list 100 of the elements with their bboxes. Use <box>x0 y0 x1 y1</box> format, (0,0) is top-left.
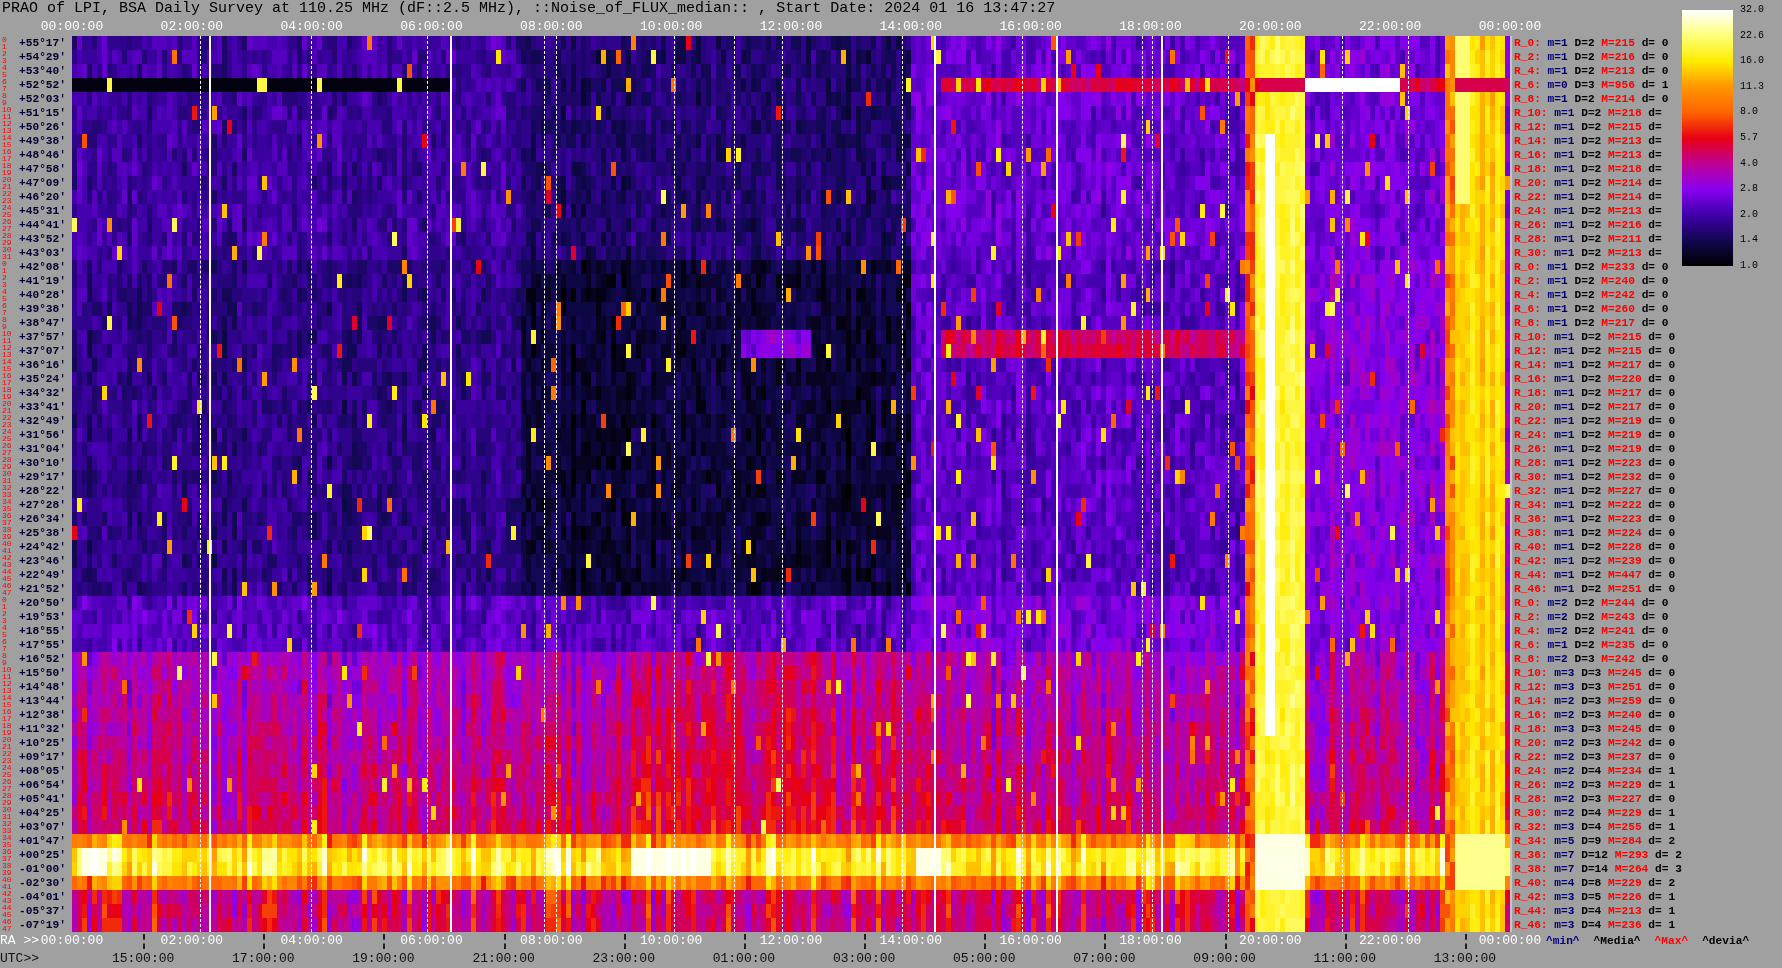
count-value: D=2 <box>1581 526 1602 540</box>
declination-label: +38°47' <box>19 316 66 330</box>
axis-tick <box>1104 934 1107 949</box>
beam-index: 22 <box>2 190 12 197</box>
deviation-value: d= <box>1648 218 1662 232</box>
beam-index: 27 <box>2 785 12 792</box>
declination-label: -01°00' <box>19 862 66 876</box>
beam-index: 37 <box>2 519 12 526</box>
colorbar-tick-label: 11.3 <box>1740 80 1764 93</box>
beam-index: 6 <box>2 78 7 85</box>
beam-index: 33 <box>2 491 12 498</box>
beam-index: 45 <box>2 575 12 582</box>
count-value: D=4 <box>1581 806 1602 820</box>
declination-label: +55°17' <box>19 36 66 50</box>
time-axis-label: 00:00:00 <box>40 18 104 36</box>
min-value: m=1 <box>1554 400 1575 414</box>
beam-label: R_4: <box>1514 288 1541 302</box>
beam-label: R_6: <box>1514 302 1541 316</box>
beam-label: R_18: <box>1514 386 1548 400</box>
declination-label: +53°40' <box>19 64 66 78</box>
declination-label: +17°55' <box>19 638 66 652</box>
time-axis-label: 02:00:00 <box>160 18 224 36</box>
axis-tick <box>143 934 146 949</box>
time-axis-label: 18:00:00 <box>1119 18 1182 36</box>
beam-index: 11 <box>2 673 12 680</box>
deviation-value: d= <box>1648 190 1662 204</box>
declination-label: +37°07' <box>19 344 66 358</box>
min-value: m=2 <box>1554 764 1575 778</box>
min-value: m=1 <box>1554 218 1575 232</box>
declination-label: +49°38' <box>19 134 66 148</box>
min-value: m=1 <box>1547 316 1568 330</box>
beam-index: 35 <box>2 841 12 848</box>
min-value: m=3 <box>1554 918 1575 932</box>
declination-label: +46°20' <box>19 190 66 204</box>
beam-label: R_20: <box>1514 400 1548 414</box>
time-axis-label: 00:00:00 <box>1478 18 1542 36</box>
min-value: m=5 <box>1554 834 1575 848</box>
beam-label: R_16: <box>1514 372 1548 386</box>
beam-label: R_10: <box>1514 106 1548 120</box>
count-value: D=12 <box>1581 848 1609 862</box>
axis-tick <box>1344 934 1347 949</box>
max-value: M=213 <box>1601 64 1635 78</box>
beam-index: 20 <box>2 176 12 183</box>
time-axis-label: 07:00:00 <box>1073 950 1136 968</box>
beam-index: 17 <box>2 715 12 722</box>
beam-index: 5 <box>2 631 7 638</box>
count-value: D=2 <box>1581 190 1602 204</box>
beam-label: R_4: <box>1514 64 1541 78</box>
beam-index: 3 <box>2 57 7 64</box>
axis-tick <box>984 934 987 949</box>
time-axis-label: 02:00:00 <box>160 932 224 950</box>
beam-index: 7 <box>2 309 7 316</box>
declination-label: +06°54' <box>19 778 66 792</box>
beam-index: 21 <box>2 407 12 414</box>
declination-label: +52°52' <box>19 78 66 92</box>
beam-index: 11 <box>2 113 12 120</box>
beam-label: R_26: <box>1514 442 1548 456</box>
declination-label: +43°52' <box>19 232 66 246</box>
min-value: m=4 <box>1554 876 1575 890</box>
deviation-value: d= <box>1648 134 1662 148</box>
deviation-value: d= 0 <box>1648 358 1676 372</box>
min-value: m=1 <box>1547 50 1568 64</box>
beam-index: 38 <box>2 526 12 533</box>
declination-label: +30°10' <box>19 456 66 470</box>
deviation-value: d= 0 <box>1641 624 1669 638</box>
beam-label: R_44: <box>1514 568 1548 582</box>
max-value: M=233 <box>1601 260 1635 274</box>
min-value: m=1 <box>1554 162 1575 176</box>
min-value: m=3 <box>1554 666 1575 680</box>
beam-label: R_38: <box>1514 526 1548 540</box>
beam-index: 46 <box>2 582 12 589</box>
time-axis-label: 08:00:00 <box>520 18 583 36</box>
count-value: D=2 <box>1581 106 1602 120</box>
min-value: m=1 <box>1554 120 1575 134</box>
deviation-value: d= 2 <box>1655 848 1682 862</box>
axis-tick <box>864 934 867 949</box>
beam-label: R_8: <box>1514 92 1541 106</box>
declination-label: -04°01' <box>19 890 66 904</box>
time-axis-label: 04:00:00 <box>280 932 343 950</box>
axis-tick <box>743 934 746 949</box>
count-value: D=3 <box>1581 778 1602 792</box>
beam-index: 21 <box>2 183 12 190</box>
beam-index: 1 <box>2 43 7 50</box>
min-value: m=1 <box>1554 190 1575 204</box>
min-value: m=2 <box>1547 596 1568 610</box>
max-value: M=217 <box>1608 386 1642 400</box>
deviation-value: d= 0 <box>1641 64 1669 78</box>
min-value: m=1 <box>1554 148 1575 162</box>
count-value: D=2 <box>1581 344 1602 358</box>
time-axis-label: 00:00:00 <box>40 932 104 950</box>
beam-index: 26 <box>2 218 12 225</box>
min-value: m=2 <box>1554 778 1575 792</box>
time-axis-label: 19:00:00 <box>352 950 415 968</box>
beam-index: 9 <box>2 659 7 666</box>
count-value: D=2 <box>1581 484 1602 498</box>
beam-index: 26 <box>2 442 12 449</box>
beam-index: 31 <box>2 253 12 260</box>
beam-index: 23 <box>2 421 12 428</box>
min-value: m=2 <box>1547 652 1568 666</box>
min-value: m=1 <box>1547 302 1568 316</box>
